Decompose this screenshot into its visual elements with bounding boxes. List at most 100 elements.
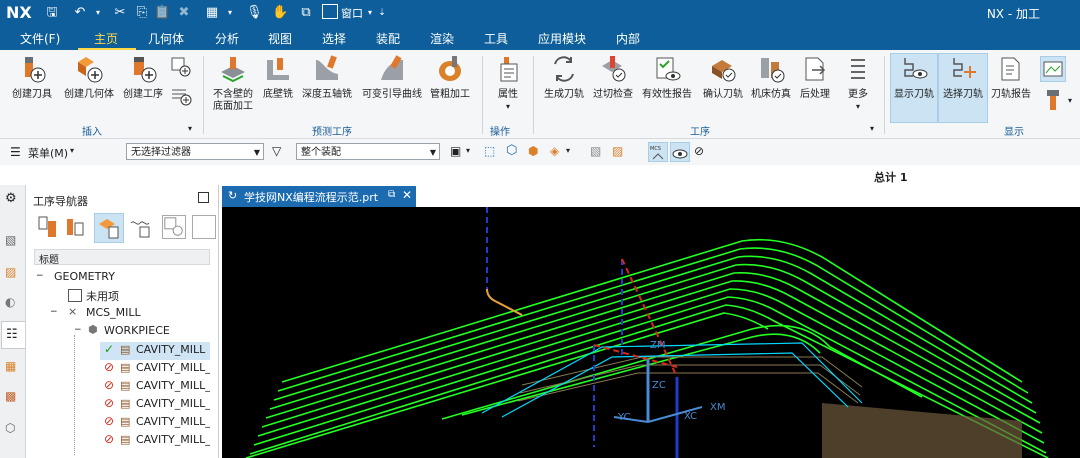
tab-file[interactable]: 文件(F) — [20, 30, 60, 47]
snap-icon[interactable]: ⬚ — [484, 144, 495, 158]
tree-row-workpiece[interactable]: − ⬢ WORKPIECE — [36, 323, 212, 341]
tree-row-unused[interactable]: 未用项 — [36, 287, 212, 305]
tab-analysis[interactable]: 分析 — [215, 30, 239, 47]
machine-simulation-button[interactable]: 机床仿真 — [748, 54, 794, 114]
more-button[interactable]: 更多 ▾ — [840, 54, 876, 114]
tab-geometry[interactable]: 几何体 — [148, 30, 184, 47]
validity-report-button[interactable]: 有效性报告 — [638, 54, 696, 114]
machine-navigator-icon[interactable]: ▦ — [5, 359, 20, 374]
undo-dropdown-icon[interactable]: ▾ — [90, 5, 106, 21]
display-toolpath-button[interactable]: 显示刀轨 — [890, 53, 938, 123]
tree-row-mcs-mill[interactable]: − ⨯ MCS_MILL — [36, 305, 212, 323]
component-icon[interactable]: ⬢ — [528, 144, 538, 158]
floor-wall-button[interactable]: 底壁铣 — [260, 54, 296, 114]
save-icon[interactable]: 🖫 — [44, 5, 60, 21]
constraint-navigator-icon[interactable]: ◐ — [5, 295, 20, 310]
close-icon[interactable]: ✕ — [402, 188, 412, 202]
copy-icon[interactable]: ⎘ — [134, 5, 150, 21]
cut-icon[interactable]: ✂ — [112, 5, 128, 21]
filter-icon[interactable]: ▽ — [272, 144, 281, 158]
delete-icon[interactable]: ✖ — [176, 5, 192, 21]
maximize-icon[interactable] — [198, 192, 209, 203]
create-geometry-button[interactable]: 创建几何体 — [60, 54, 118, 114]
tab-select[interactable]: 选择 — [322, 30, 346, 47]
process-group-dropdown-icon[interactable]: ▾ — [870, 124, 874, 133]
select-options-icon[interactable]: ▣ — [450, 144, 461, 158]
gouge-check-button[interactable]: 过切检查 — [590, 54, 636, 114]
show-path-icon[interactable] — [670, 142, 690, 162]
tree-row-operation[interactable]: ⊘ ▤ CAVITY_MILL_ — [100, 378, 210, 396]
generate-toolpath-button[interactable]: 生成刀轨 — [540, 54, 588, 114]
hide-path-icon[interactable]: ⊘ — [694, 144, 704, 158]
display-dropdown-icon[interactable]: ▾ — [1068, 96, 1072, 105]
customize-icon[interactable]: ⇣ — [374, 5, 390, 21]
create-operation-icon[interactable] — [192, 215, 216, 239]
part-navigator-icon[interactable]: ▧ — [5, 233, 20, 248]
machine-tool-view-icon[interactable] — [64, 215, 86, 239]
create-operation-button[interactable]: 创建工序 — [120, 54, 166, 114]
create-program-icon[interactable] — [170, 84, 192, 106]
select-toolpath-button[interactable]: 选择刀轨 — [938, 53, 988, 123]
type-filter-select[interactable]: 无选择过滤器 ▼ — [126, 143, 264, 160]
undo-icon[interactable]: ↶ — [72, 5, 88, 21]
tab-assembly[interactable]: 装配 — [376, 30, 400, 47]
tab-application[interactable]: 应用模块 — [538, 30, 586, 47]
tab-tools[interactable]: 工具 — [484, 30, 508, 47]
program-order-view-icon[interactable] — [36, 215, 58, 239]
create-group-icon[interactable] — [162, 215, 186, 239]
properties-button[interactable]: 属性 ▾ — [488, 54, 528, 114]
cam-icon[interactable]: ▦ — [204, 5, 220, 21]
select-options-dropdown-icon[interactable]: ▾ — [466, 146, 470, 155]
method-view-icon[interactable] — [128, 215, 152, 239]
graphics-viewport[interactable]: ZM ZC XM YC XC — [222, 207, 1080, 458]
floor-no-wall-button[interactable]: 不含壁的 底面加工 — [208, 54, 258, 114]
operation-navigator-tab[interactable]: ☷ — [1, 321, 25, 349]
touch-mode-icon[interactable]: ✋ — [272, 5, 288, 21]
toolpath-report-button[interactable]: 刀轨报告 — [988, 54, 1034, 114]
point-snap-dropdown-icon[interactable]: ▾ — [566, 146, 570, 155]
window-menu[interactable]: 窗口 — [341, 5, 363, 21]
body-icon[interactable]: ▧ — [590, 144, 601, 158]
tube-rough-button[interactable]: 管粗加工 — [428, 54, 472, 114]
menu-icon[interactable]: ☰ — [10, 145, 21, 159]
reuse-library-icon[interactable]: ⬡ — [5, 421, 20, 436]
tree-row-operation[interactable]: ⊘ ▤ CAVITY_MILL_ — [100, 396, 210, 414]
document-popout-icon[interactable]: ⧉ — [388, 189, 395, 200]
postprocess-button[interactable]: 后处理 — [796, 54, 834, 114]
tree-row-geometry[interactable]: − GEOMETRY — [36, 269, 212, 287]
cam-dropdown-icon[interactable]: ▾ — [222, 5, 238, 21]
tool-holder-icon[interactable] — [1042, 88, 1064, 114]
gear-icon[interactable]: ⚙ — [5, 191, 20, 206]
microphone-icon[interactable]: 🎙 — [246, 5, 263, 21]
show-3d-icon[interactable] — [1040, 56, 1066, 82]
mcs-display-icon[interactable]: MCS — [648, 142, 668, 162]
point-snap-icon[interactable]: ◈ — [550, 144, 559, 158]
tree-row-operation[interactable]: ✓ ▤ CAVITY_MILL — [100, 342, 210, 360]
tab-internal[interactable]: 内部 — [616, 30, 640, 47]
face-icon[interactable]: ▨ — [612, 144, 623, 158]
create-method-icon[interactable] — [170, 56, 192, 78]
tree-row-operation[interactable]: ⊘ ▤ CAVITY_MILL_ — [100, 414, 210, 432]
geometry-view-icon[interactable] — [94, 213, 124, 243]
variable-guide-curve-button[interactable]: 可变引导曲线 — [358, 54, 426, 114]
assembly-navigator-icon[interactable]: ▨ — [5, 265, 20, 280]
hexagon-icon[interactable]: ⬡ — [506, 143, 517, 158]
tab-view[interactable]: 视图 — [268, 30, 292, 47]
depth-5axis-button[interactable]: 深度五轴铣 — [298, 54, 356, 114]
tree-row-operation[interactable]: ⊘ ▤ CAVITY_MILL_ — [100, 432, 210, 450]
assembly-scope-select[interactable]: 整个装配 ▼ — [296, 143, 440, 160]
tree-column-header[interactable]: 标题 — [34, 249, 210, 266]
create-tool-button[interactable]: 创建刀具 — [8, 54, 56, 114]
document-tab[interactable]: ↻ 学技网NX编程流程示范.prt ⧉ ✕ — [222, 186, 416, 207]
tree-row-operation[interactable]: ⊘ ▤ CAVITY_MILL_ — [100, 360, 210, 378]
tab-home[interactable]: 主页 — [94, 30, 118, 47]
paste-icon[interactable]: 📋 — [154, 5, 170, 21]
menu-button[interactable]: 菜单(M) — [28, 145, 68, 161]
menu-dropdown-icon[interactable]: ▾ — [70, 146, 74, 155]
window-switch-icon[interactable]: ⧉ — [298, 5, 314, 21]
verify-toolpath-button[interactable]: 确认刀轨 — [700, 54, 746, 114]
window-icon[interactable] — [322, 4, 338, 19]
tool-library-icon[interactable]: ▩ — [5, 389, 20, 404]
insert-group-dropdown-icon[interactable]: ▾ — [188, 124, 192, 133]
tab-render[interactable]: 渲染 — [430, 30, 454, 47]
